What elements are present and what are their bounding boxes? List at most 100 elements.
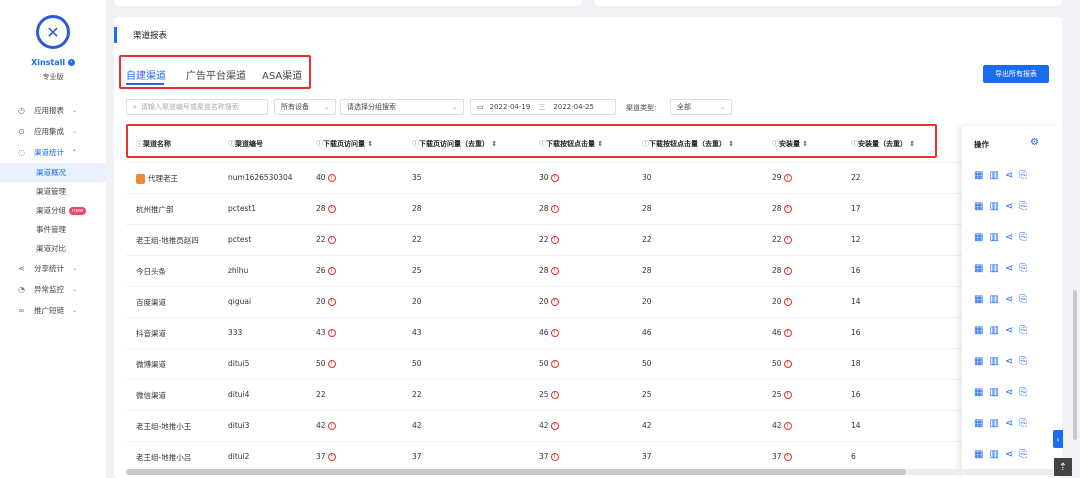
share-icon[interactable]: ⋖ (1005, 294, 1013, 305)
export-icon[interactable]: ⎘ (1019, 325, 1027, 336)
warning-icon[interactable]: ! (327, 298, 336, 306)
sidebar-item-app-integration[interactable]: ⊙ 应用集成 ⌄ (0, 121, 106, 142)
vertical-scrollbar[interactable] (1073, 290, 1077, 440)
warning-icon[interactable]: ! (783, 453, 792, 461)
th-channel-name[interactable]: ⓘ渠道名称 (136, 139, 171, 149)
sidebar-sub-channel-compare[interactable]: 渠道对比 (0, 239, 106, 258)
warning-icon[interactable]: ! (327, 236, 336, 244)
warning-icon[interactable]: ! (327, 422, 336, 430)
export-icon[interactable]: ⎘ (1019, 201, 1027, 212)
stats-icon[interactable]: ▥ (989, 263, 998, 274)
export-icon[interactable]: ⎘ (1019, 356, 1027, 367)
sort-icon[interactable]: ⇕ (800, 140, 808, 148)
warning-icon[interactable]: ! (550, 453, 559, 461)
group-select[interactable]: 请选择分组搜索 ⌄ (340, 99, 464, 115)
sidebar-sub-channel-manage[interactable]: 渠道管理 (0, 182, 106, 201)
export-all-button[interactable]: 导出所有报表 (983, 65, 1049, 83)
gear-icon[interactable]: ⚙ (1030, 137, 1039, 148)
warning-icon[interactable]: ! (327, 205, 336, 213)
tab-ad-platform[interactable]: 广告平台渠道 (186, 67, 246, 82)
stats-icon[interactable]: ▥ (989, 356, 998, 367)
export-icon[interactable]: ⎘ (1019, 418, 1027, 429)
stats-icon[interactable]: ▥ (989, 201, 998, 212)
stats-icon[interactable]: ▥ (989, 449, 998, 460)
warning-icon[interactable]: ! (783, 205, 792, 213)
share-icon[interactable]: ⋖ (1005, 170, 1013, 181)
warning-icon[interactable]: ! (550, 391, 559, 399)
stats-icon[interactable]: ▥ (989, 325, 998, 336)
warning-icon[interactable]: ! (550, 360, 559, 368)
sort-icon[interactable]: ⇕ (489, 140, 497, 148)
stats-icon[interactable]: ▥ (989, 232, 998, 243)
stats-icon[interactable]: ▥ (989, 418, 998, 429)
sidebar-item-anomaly-monitor[interactable]: ◔ 异常监控 ⌄ (0, 279, 106, 300)
share-icon[interactable]: ⋖ (1005, 418, 1013, 429)
warning-icon[interactable]: ! (327, 360, 336, 368)
qrcode-icon[interactable]: ▦ (974, 170, 983, 181)
warning-icon[interactable]: ! (550, 267, 559, 275)
warning-icon[interactable]: ! (550, 205, 559, 213)
sidebar-sub-channel-group[interactable]: 渠道分组 new (0, 201, 106, 220)
qrcode-icon[interactable]: ▦ (974, 263, 983, 274)
sort-icon[interactable]: ⇕ (595, 140, 603, 148)
sidebar-sub-channel-overview[interactable]: 渠道概况 (0, 163, 106, 182)
export-icon[interactable]: ⎘ (1019, 387, 1027, 398)
qrcode-icon[interactable]: ▦ (974, 232, 983, 243)
share-icon[interactable]: ⋖ (1005, 449, 1013, 460)
horizontal-scrollbar[interactable] (126, 469, 1060, 475)
th-page-visits[interactable]: ⓘ下载页访问量 ⇕ (316, 139, 373, 149)
warning-icon[interactable]: ! (783, 391, 792, 399)
channel-type-select[interactable]: 全部 ⌄ (670, 99, 732, 115)
th-button-clicks-dedup[interactable]: ⓘ下载按钮点击量（去重） ⇕ (642, 139, 734, 149)
qrcode-icon[interactable]: ▦ (974, 325, 983, 336)
sidebar-sub-event-manage[interactable]: 事件管理 (0, 220, 106, 239)
warning-icon[interactable]: ! (783, 174, 792, 182)
export-icon[interactable]: ⎘ (1019, 294, 1027, 305)
warning-icon[interactable]: ! (327, 267, 336, 275)
qrcode-icon[interactable]: ▦ (974, 449, 983, 460)
qrcode-icon[interactable]: ▦ (974, 356, 983, 367)
sort-icon[interactable]: ⇕ (907, 140, 915, 148)
export-icon[interactable]: ⎘ (1019, 263, 1027, 274)
device-select[interactable]: 所有设备 ⌄ (274, 99, 336, 115)
warning-icon[interactable]: ! (783, 236, 792, 244)
th-channel-code[interactable]: ⓘ渠道编号 (228, 139, 263, 149)
qrcode-icon[interactable]: ▦ (974, 387, 983, 398)
back-to-top-button[interactable]: ⇡ (1054, 458, 1072, 476)
warning-icon[interactable]: ! (550, 236, 559, 244)
warning-icon[interactable]: ! (550, 422, 559, 430)
share-icon[interactable]: ⋖ (1005, 356, 1013, 367)
warning-icon[interactable]: ! (783, 267, 792, 275)
search-input[interactable]: ⌕ 请输入渠道编号或渠道名称搜索 (126, 99, 268, 115)
share-icon[interactable]: ⋖ (1005, 387, 1013, 398)
qrcode-icon[interactable]: ▦ (974, 294, 983, 305)
share-icon[interactable]: ⋖ (1005, 232, 1013, 243)
warning-icon[interactable]: ! (783, 422, 792, 430)
warning-icon[interactable]: ! (783, 329, 792, 337)
warning-icon[interactable]: ! (783, 360, 792, 368)
sidebar-item-channel-stats[interactable]: ◌ 渠道统计 ⌃ (0, 142, 106, 163)
warning-icon[interactable]: ! (550, 174, 559, 182)
share-icon[interactable]: ⋖ (1005, 325, 1013, 336)
warning-icon[interactable]: ! (550, 298, 559, 306)
qrcode-icon[interactable]: ▦ (974, 201, 983, 212)
export-icon[interactable]: ⎘ (1019, 170, 1027, 181)
warning-icon[interactable]: ! (550, 329, 559, 337)
qrcode-icon[interactable]: ▦ (974, 418, 983, 429)
scrollbar-thumb[interactable] (126, 469, 906, 475)
warning-icon[interactable]: ! (327, 174, 336, 182)
th-page-visits-dedup[interactable]: ⓘ下载页访问量（去重） ⇕ (412, 139, 497, 149)
stats-icon[interactable]: ▥ (989, 170, 998, 181)
sidebar-item-app-report[interactable]: ◷ 应用报表 ⌄ (0, 100, 106, 121)
collapse-button[interactable]: ‹ (1053, 430, 1063, 448)
tab-self-built[interactable]: 自建渠道 (126, 67, 166, 82)
export-icon[interactable]: ⎘ (1019, 449, 1027, 460)
sidebar-item-share-stats[interactable]: ⋖ 分享统计 ⌄ (0, 258, 106, 279)
sort-icon[interactable]: ⇕ (726, 140, 734, 148)
brand-arrow-icon[interactable]: › (67, 59, 75, 66)
tab-asa[interactable]: ASA渠道 (262, 67, 302, 82)
sort-icon[interactable]: ⇕ (365, 140, 373, 148)
share-icon[interactable]: ⋖ (1005, 201, 1013, 212)
th-button-clicks[interactable]: ⓘ下载按钮点击量 ⇕ (539, 139, 603, 149)
share-icon[interactable]: ⋖ (1005, 263, 1013, 274)
